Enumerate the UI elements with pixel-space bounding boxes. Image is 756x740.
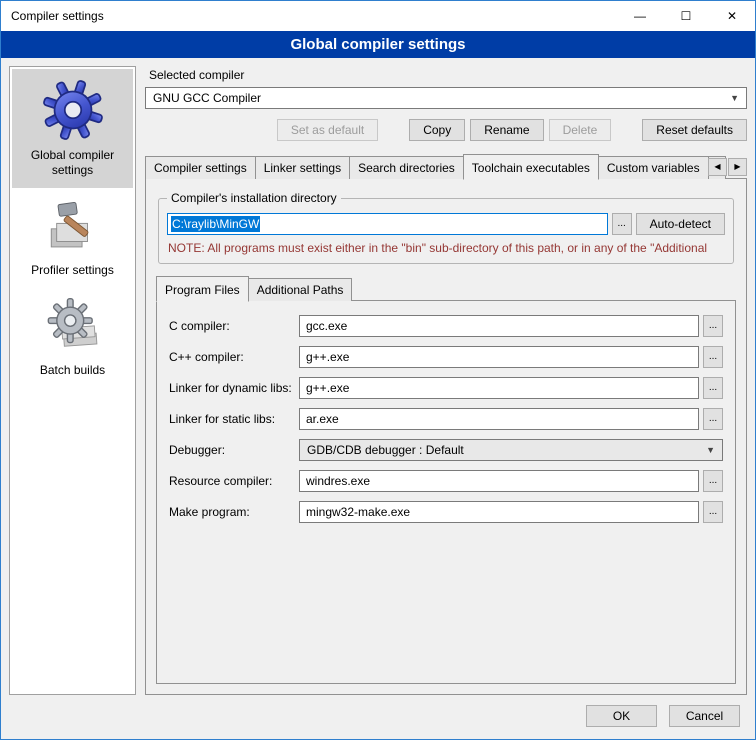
tab-compiler-settings[interactable]: Compiler settings — [145, 156, 256, 179]
main-panel: Selected compiler GNU GCC Compiler ▼ Set… — [145, 66, 747, 695]
close-button[interactable]: ✕ — [709, 1, 755, 31]
browse-button[interactable]: ... — [703, 408, 723, 430]
blue-gear-icon — [42, 79, 104, 141]
browse-button[interactable]: ... — [703, 470, 723, 492]
sidebar-item-label: Profiler settings — [31, 263, 114, 278]
tab-scroll-right-icon[interactable]: ▶ — [728, 158, 747, 176]
dialog-body: Global compiler settings Profiler settin… — [1, 58, 755, 699]
reset-defaults-button[interactable]: Reset defaults — [642, 119, 747, 141]
sidebar-item-label: Batch builds — [40, 363, 105, 378]
rename-button[interactable]: Rename — [470, 119, 543, 141]
installation-directory-input[interactable]: C:\raylib\MinGW — [167, 213, 608, 235]
batch-builds-gear-icon — [44, 298, 102, 356]
compiler-settings-window: Compiler settings — ☐ ✕ Global compiler … — [0, 0, 756, 740]
sidebar-item-label: Global compiler settings — [15, 148, 130, 178]
tab-program-files[interactable]: Program Files — [156, 276, 249, 302]
debugger-value: GDB/CDB debugger : Default — [307, 443, 464, 457]
dialog-header-title: Global compiler settings — [1, 31, 755, 58]
toolchain-executables-panel: Compiler's installation directory C:\ray… — [145, 178, 747, 695]
set-as-default-button[interactable]: Set as default — [277, 119, 378, 141]
chevron-down-icon: ▼ — [730, 93, 739, 103]
form-row-resource-compiler: Resource compiler: ... — [169, 470, 723, 492]
minimize-button[interactable]: — — [617, 1, 663, 31]
tab-search-directories[interactable]: Search directories — [349, 156, 464, 179]
settings-sidebar: Global compiler settings Profiler settin… — [9, 66, 136, 695]
tab-toolchain-executables[interactable]: Toolchain executables — [463, 154, 599, 180]
field-label: C compiler: — [169, 319, 299, 333]
compiler-tabs: Compiler settings Linker settings Search… — [145, 154, 747, 179]
form-row-c-compiler: C compiler: ... — [169, 315, 723, 337]
linker-static-input[interactable] — [299, 408, 699, 430]
cpp-compiler-input[interactable] — [299, 346, 699, 368]
c-compiler-input[interactable] — [299, 315, 699, 337]
window-title: Compiler settings — [11, 9, 104, 23]
field-label: Debugger: — [169, 443, 299, 457]
chevron-down-icon: ▼ — [706, 445, 715, 455]
tab-linker-settings[interactable]: Linker settings — [255, 156, 350, 179]
tab-scroll-left-icon[interactable]: ◀ — [708, 158, 727, 176]
installation-directory-row: C:\raylib\MinGW ... Auto-detect — [167, 213, 725, 235]
auto-detect-button[interactable]: Auto-detect — [636, 213, 725, 235]
browse-directory-button[interactable]: ... — [612, 213, 632, 235]
program-files-panel: C compiler: ... C++ compiler: ... Linker… — [156, 300, 736, 684]
form-row-cpp-compiler: C++ compiler: ... — [169, 346, 723, 368]
installation-directory-group-title: Compiler's installation directory — [167, 191, 341, 205]
titlebar: Compiler settings — ☐ ✕ — [1, 1, 755, 31]
form-row-linker-static: Linker for static libs: ... — [169, 408, 723, 430]
cancel-button[interactable]: Cancel — [669, 705, 740, 727]
browse-button[interactable]: ... — [703, 501, 723, 523]
ok-button[interactable]: OK — [586, 705, 657, 727]
make-program-input[interactable] — [299, 501, 699, 523]
maximize-button[interactable]: ☐ — [663, 1, 709, 31]
bin-subdirectory-note: NOTE: All programs must exist either in … — [168, 241, 724, 255]
selected-compiler-label: Selected compiler — [149, 68, 747, 82]
form-row-make-program: Make program: ... — [169, 501, 723, 523]
form-row-linker-dynamic: Linker for dynamic libs: ... — [169, 377, 723, 399]
tab-custom-variables[interactable]: Custom variables — [598, 156, 709, 179]
linker-dynamic-input[interactable] — [299, 377, 699, 399]
tab-scroll-controls: ◀ ▶ — [708, 158, 747, 176]
resource-compiler-input[interactable] — [299, 470, 699, 492]
installation-directory-value: C:\raylib\MinGW — [171, 216, 260, 232]
browse-button[interactable]: ... — [703, 377, 723, 399]
program-tabs: Program Files Additional Paths — [156, 276, 736, 301]
tab-additional-paths[interactable]: Additional Paths — [248, 278, 353, 301]
field-label: Linker for dynamic libs: — [169, 381, 299, 395]
copy-button[interactable]: Copy — [409, 119, 465, 141]
profiler-hammer-icon — [44, 198, 102, 256]
debugger-select[interactable]: GDB/CDB debugger : Default ▼ — [299, 439, 723, 461]
browse-button[interactable]: ... — [703, 315, 723, 337]
browse-button[interactable]: ... — [703, 346, 723, 368]
sidebar-item-profiler-settings[interactable]: Profiler settings — [12, 188, 133, 288]
field-label: Linker for static libs: — [169, 412, 299, 426]
form-row-debugger: Debugger: GDB/CDB debugger : Default ▼ — [169, 439, 723, 461]
delete-button[interactable]: Delete — [549, 119, 612, 141]
sidebar-item-global-compiler-settings[interactable]: Global compiler settings — [12, 69, 133, 188]
selected-compiler-value: GNU GCC Compiler — [153, 91, 261, 105]
window-controls: — ☐ ✕ — [617, 1, 755, 31]
installation-directory-group: Compiler's installation directory C:\ray… — [158, 191, 734, 264]
sidebar-item-batch-builds[interactable]: Batch builds — [12, 288, 133, 388]
field-label: C++ compiler: — [169, 350, 299, 364]
selected-compiler-select[interactable]: GNU GCC Compiler ▼ — [145, 87, 747, 109]
dialog-footer: OK Cancel — [1, 699, 755, 739]
field-label: Resource compiler: — [169, 474, 299, 488]
compiler-actions: Set as default Copy Rename Delete Reset … — [145, 119, 747, 141]
field-label: Make program: — [169, 505, 299, 519]
